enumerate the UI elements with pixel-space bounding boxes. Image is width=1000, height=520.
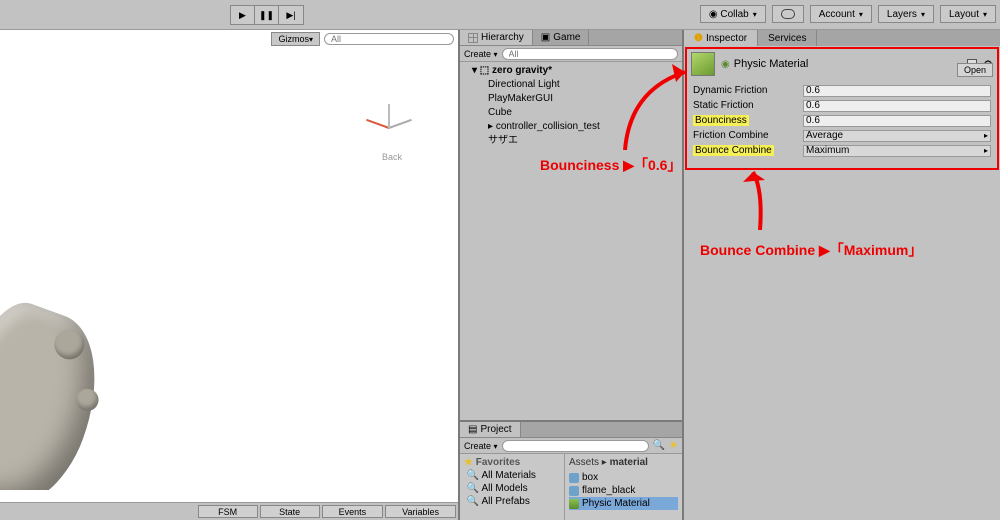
annotation-arrow-2: [735, 160, 785, 233]
status-events[interactable]: Events: [322, 505, 384, 518]
inspector-icon: ❶: [694, 33, 703, 44]
game-icon: ▣: [541, 32, 550, 43]
prefab-icon: [569, 486, 579, 496]
project-breadcrumb[interactable]: Assets ▸ material: [569, 456, 678, 471]
gizmos-dropdown[interactable]: Gizmos ▾: [271, 32, 320, 46]
layers-button[interactable]: Layers▾: [878, 5, 934, 23]
search-filter-icon[interactable]: 🔍: [653, 440, 665, 451]
playmaker-status-bar: FSM State Events Variables: [0, 502, 458, 520]
status-fsm[interactable]: FSM: [198, 505, 258, 518]
asset-item[interactable]: box: [569, 471, 678, 484]
prop-label-bounce-combine: Bounce Combine: [693, 145, 774, 156]
scene-viewport[interactable]: Back: [0, 48, 458, 490]
project-create[interactable]: Create ▾: [464, 441, 498, 451]
tab-game[interactable]: ▣Game: [533, 30, 590, 45]
top-toolbar: ▶ ❚❚ ▶| ◉ Collab▾ Account▾ Layers▾ Layou…: [0, 0, 1000, 30]
status-state[interactable]: State: [260, 505, 320, 518]
play-controls: ▶ ❚❚ ▶|: [230, 5, 304, 25]
pause-button[interactable]: ❚❚: [255, 6, 279, 24]
star-icon: ★: [464, 457, 473, 468]
collab-button[interactable]: ◉ Collab▾: [700, 5, 766, 23]
scene-panel: Gizmos ▾ Back FSM State Events Variables: [0, 30, 460, 520]
tab-hierarchy[interactable]: Hierarchy: [460, 30, 533, 45]
collab-icon: ◉: [709, 9, 718, 20]
cloud-button[interactable]: [772, 5, 804, 23]
prefab-icon: [569, 473, 579, 483]
asset-item[interactable]: flame_black: [569, 484, 678, 497]
tab-inspector[interactable]: ❶Inspector: [684, 30, 758, 46]
favorite-item[interactable]: 🔍 All Prefabs: [464, 495, 560, 508]
scene-object-shell: [0, 292, 120, 490]
annotation-text-1: Bounciness ▶「0.6」: [540, 155, 681, 175]
bounciness-input[interactable]: [803, 115, 991, 127]
favorite-item[interactable]: 🔍 All Models: [464, 482, 560, 495]
bounce-combine-dropdown[interactable]: Maximum▸: [803, 145, 991, 157]
hierarchy-search-input[interactable]: [502, 48, 678, 60]
physic-material-icon: [569, 499, 579, 509]
asset-item-selected[interactable]: Physic Material: [569, 497, 678, 510]
prop-label-friction-combine: Friction Combine: [693, 130, 803, 141]
prop-label-dynamic-friction: Dynamic Friction: [693, 85, 803, 96]
project-icon: ▤: [468, 424, 477, 435]
orientation-gizmo[interactable]: Back: [348, 88, 428, 168]
inspector-title: Physic Material: [734, 58, 961, 70]
open-button[interactable]: Open: [957, 63, 993, 77]
annotation-highlight-box: ◉ Physic Material ⚙ Open Dynamic Frictio…: [685, 47, 999, 170]
play-button[interactable]: ▶: [231, 6, 255, 24]
tab-services[interactable]: Services: [758, 30, 817, 46]
material-type-icon: ◉: [721, 59, 730, 70]
annotation-text-2: Bounce Combine ▶「Maximum」: [700, 240, 922, 260]
hierarchy-icon: [468, 33, 478, 43]
cloud-icon: [781, 9, 795, 19]
annotation-arrow-1: [620, 60, 700, 153]
tab-project[interactable]: ▤Project: [460, 422, 521, 437]
step-button[interactable]: ▶|: [279, 6, 303, 24]
prop-label-static-friction: Static Friction: [693, 100, 803, 111]
prop-label-bounciness: Bounciness: [693, 115, 749, 126]
favorite-filter-icon[interactable]: ★: [669, 440, 678, 451]
layout-button[interactable]: Layout▾: [940, 5, 996, 23]
status-variables[interactable]: Variables: [385, 505, 456, 518]
project-favorites: ★ Favorites 🔍 All Materials 🔍 All Models…: [460, 454, 565, 520]
scene-search-input[interactable]: [324, 33, 454, 45]
hierarchy-create[interactable]: Create ▾: [464, 49, 498, 59]
account-button[interactable]: Account▾: [810, 5, 872, 23]
project-search-input[interactable]: [502, 440, 649, 452]
friction-combine-dropdown[interactable]: Average▸: [803, 130, 991, 142]
dynamic-friction-input[interactable]: [803, 85, 991, 97]
favorite-item[interactable]: 🔍 All Materials: [464, 469, 560, 482]
static-friction-input[interactable]: [803, 100, 991, 112]
gizmo-label: Back: [382, 152, 402, 162]
